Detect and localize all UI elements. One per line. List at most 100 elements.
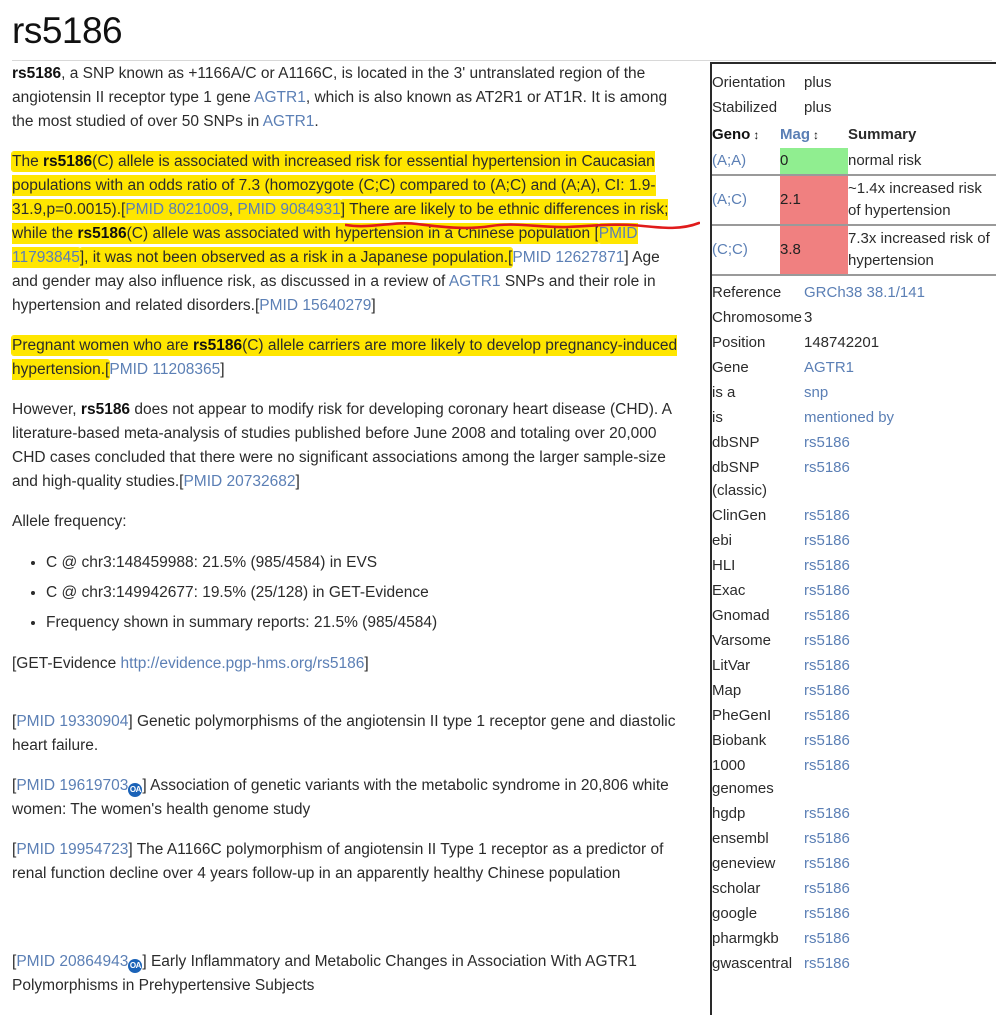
- get-evidence-line: [GET-Evidence http://evidence.pgp-hms.or…: [12, 652, 688, 676]
- genotype-label[interactable]: (C;C): [712, 225, 780, 276]
- sort-toggle-geno-icon[interactable]: ↕: [750, 128, 762, 142]
- table-row: ensembl rs5186: [712, 826, 996, 851]
- table-row: Biobank rs5186: [712, 728, 996, 753]
- table-row: pharmgkb rs5186: [712, 926, 996, 951]
- property-value[interactable]: rs5186: [804, 951, 996, 976]
- table-row: Varsome rs5186: [712, 628, 996, 653]
- property-key[interactable]: Chromosome: [712, 305, 804, 330]
- magnitude-cell: 2.1: [780, 175, 848, 226]
- property-value[interactable]: rs5186: [804, 653, 996, 678]
- get-evidence-suffix: ]: [364, 655, 369, 672]
- open-access-icon: OA: [128, 959, 143, 973]
- property-key: dbSNP: [712, 434, 760, 451]
- property-value[interactable]: rs5186: [804, 703, 996, 728]
- property-value[interactable]: rs5186: [804, 578, 996, 603]
- table-row: gwascentral rs5186: [712, 951, 996, 976]
- link-pmid-9084931[interactable]: PMID 9084931: [237, 201, 340, 218]
- link-pmid-15640279[interactable]: PMID 15640279: [259, 297, 371, 314]
- reference-entry: [PMID 19330904] Genetic polymorphisms of…: [12, 710, 688, 758]
- property-key: dbSNP (classic): [712, 459, 767, 499]
- property-key: Gnomad: [712, 607, 770, 624]
- property-value[interactable]: rs5186: [804, 678, 996, 703]
- property-value[interactable]: rs5186: [804, 876, 996, 901]
- property-key: ensembl: [712, 830, 769, 847]
- chd-s1: However,: [12, 401, 81, 418]
- table-row: (A;A) 0 normal risk: [712, 148, 996, 176]
- col-header-mag-label[interactable]: Mag: [780, 126, 810, 143]
- property-value[interactable]: rs5186: [804, 430, 996, 455]
- property-key[interactable]: Position: [712, 330, 804, 355]
- property-value: 3: [804, 309, 813, 326]
- link-agtr1-1[interactable]: AGTR1: [254, 89, 306, 106]
- property-key: Map: [712, 682, 742, 699]
- link-pmid-20732682[interactable]: PMID 20732682: [183, 473, 295, 490]
- table-row: hgdp rs5186: [712, 801, 996, 826]
- table-row: google rs5186: [712, 901, 996, 926]
- link-get-evidence-url[interactable]: http://evidence.pgp-hms.org/rs5186: [121, 655, 365, 672]
- allele-frequency-list: C @ chr3:148459988: 21.5% (985/4584) in …: [12, 550, 688, 636]
- property-value[interactable]: rs5186: [804, 553, 996, 578]
- link-pmid-12627871[interactable]: PMID 12627871: [512, 249, 624, 266]
- magnitude-cell: 3.8: [780, 225, 848, 276]
- hyp-s1-bold: rs5186: [43, 153, 93, 170]
- property-value[interactable]: mentioned by: [804, 405, 996, 430]
- snp-infobox: Orientation plus Stabilized plus Geno ↕ M…: [710, 62, 996, 1015]
- property-value[interactable]: AGTR1: [804, 355, 996, 380]
- link-pmid-8021009[interactable]: PMID 8021009: [125, 201, 228, 218]
- table-row: PheGenI rs5186: [712, 703, 996, 728]
- property-value[interactable]: rs5186: [804, 851, 996, 876]
- genotype-label[interactable]: (A;C): [712, 175, 780, 226]
- property-value[interactable]: GRCh38 38.1/141: [804, 280, 996, 305]
- snpedia-page: rs5186 rs5186, a SNP known as +1166A/C o…: [0, 0, 1002, 1015]
- infobox-properties-table: Reference GRCh38 38.1/141 Chromosome 3 Posit…: [712, 280, 996, 976]
- ref0-suffix: ]: [128, 713, 137, 730]
- property-value[interactable]: rs5186: [804, 728, 996, 753]
- link-pmid-20864943[interactable]: PMID 20864943: [16, 953, 128, 970]
- summary-cell: ~1.4x increased risk of hypertension: [848, 175, 996, 226]
- property-value[interactable]: rs5186: [804, 753, 996, 801]
- hyp-s1: The: [12, 153, 44, 170]
- property-value[interactable]: rs5186: [804, 926, 996, 951]
- link-pmid-11208365[interactable]: PMID 11208365: [109, 361, 220, 378]
- hyp-s4-bold: rs5186: [77, 225, 127, 242]
- table-row: Orientation plus: [712, 70, 996, 95]
- orientation-key[interactable]: Orientation: [712, 70, 804, 95]
- property-key[interactable]: Reference: [712, 280, 804, 305]
- table-row: is mentioned by: [712, 405, 996, 430]
- genotype-table-header: Geno ↕ Mag ↕ Summary: [712, 122, 996, 148]
- property-value[interactable]: rs5186: [804, 826, 996, 851]
- link-agtr1-2[interactable]: AGTR1: [263, 113, 315, 130]
- list-item: C @ chr3:148459988: 21.5% (985/4584) in …: [46, 550, 688, 576]
- hyp-s9: ]: [371, 297, 376, 314]
- link-pmid-19619703[interactable]: PMID 19619703: [16, 777, 128, 794]
- property-value[interactable]: rs5186: [804, 603, 996, 628]
- link-pmid-19954723[interactable]: PMID 19954723: [16, 841, 128, 858]
- table-row: is a snp: [712, 380, 996, 405]
- property-value[interactable]: rs5186: [804, 901, 996, 926]
- genotype-label[interactable]: (A;A): [712, 148, 780, 176]
- property-value[interactable]: rs5186: [804, 455, 996, 503]
- property-value[interactable]: rs5186: [804, 628, 996, 653]
- property-key[interactable]: 1000 genomes: [712, 753, 804, 801]
- sort-toggle-mag-icon[interactable]: ↕: [810, 128, 822, 142]
- table-row: dbSNP (classic) rs5186: [712, 455, 996, 503]
- property-key[interactable]: Gene: [712, 355, 804, 380]
- property-key: scholar: [712, 880, 761, 897]
- property-key: Varsome: [712, 632, 771, 649]
- property-value[interactable]: rs5186: [804, 801, 996, 826]
- property-value[interactable]: rs5186: [804, 528, 996, 553]
- link-agtr1-3[interactable]: AGTR1: [449, 273, 501, 290]
- property-value[interactable]: rs5186: [804, 503, 996, 528]
- col-header-geno: Geno ↕: [712, 122, 780, 148]
- article-content: rs5186, a SNP known as +1166A/C or A1166…: [0, 62, 700, 1014]
- summary-cell: 7.3x increased risk of hypertension: [848, 225, 996, 276]
- property-key: ebi: [712, 532, 733, 549]
- chd-s3: ]: [295, 473, 300, 490]
- link-pmid-19330904[interactable]: PMID 19330904: [16, 713, 128, 730]
- genotype-table: Geno ↕ Mag ↕ Summary (A;A) 0 normal risk (…: [712, 122, 996, 276]
- reference-entry: [PMID 19954723] The A1166C polymorphism …: [12, 838, 688, 886]
- property-value[interactable]: snp: [804, 380, 996, 405]
- stabilized-key[interactable]: Stabilized: [712, 95, 804, 120]
